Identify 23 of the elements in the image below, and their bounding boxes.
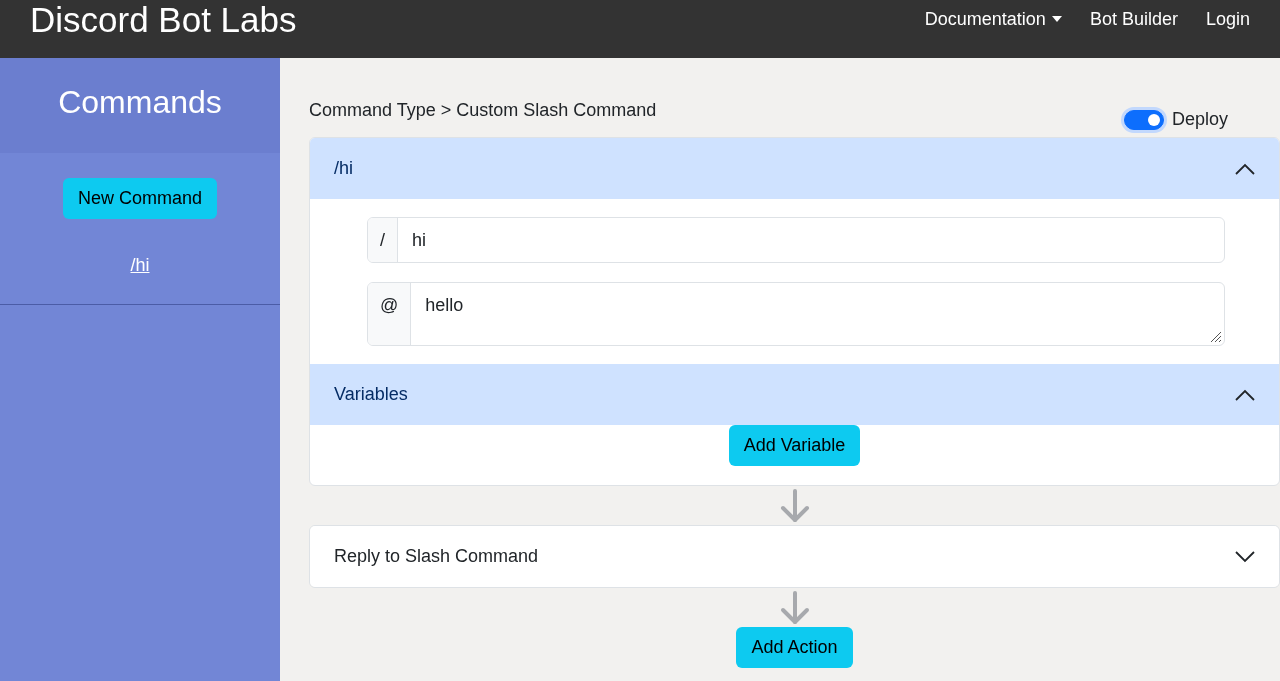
add-variable-button[interactable]: Add Variable	[728, 425, 861, 466]
nav-link[interactable]: Documentation	[924, 8, 1062, 30]
breadcrumb: Command Type > Custom Slash Command	[309, 100, 657, 121]
sidebar-title: Commands	[58, 84, 222, 121]
chevron-down-icon	[1235, 550, 1255, 563]
accordion-header[interactable]: Reply to Slash Command	[310, 526, 1279, 587]
deploy-toggle[interactable]	[1123, 109, 1164, 130]
accordion-header[interactable]: /hi	[310, 138, 1279, 199]
chevron-up-icon	[1235, 162, 1255, 175]
nav-link[interactable]: Bot Builder	[1089, 8, 1178, 30]
caret-icon	[1051, 16, 1062, 22]
nav-link[interactable]: Login	[1205, 8, 1250, 30]
accordion-header[interactable]: Variables	[310, 364, 1279, 425]
deploy-label: Deploy	[1171, 109, 1228, 130]
add-action-button[interactable]: Add Action	[736, 627, 853, 668]
arrow-down-icon	[779, 489, 810, 523]
resize-grip-icon[interactable]	[1210, 331, 1222, 343]
new-command-button[interactable]: New Command	[62, 178, 217, 219]
chevron-up-icon	[1235, 388, 1255, 401]
command-name-field[interactable]: / hi	[367, 217, 1225, 263]
site-brand[interactable]: Discord Bot Labs	[30, 0, 297, 40]
description-field[interactable]: @ hello	[367, 282, 1225, 346]
arrow-down-icon	[779, 591, 810, 625]
